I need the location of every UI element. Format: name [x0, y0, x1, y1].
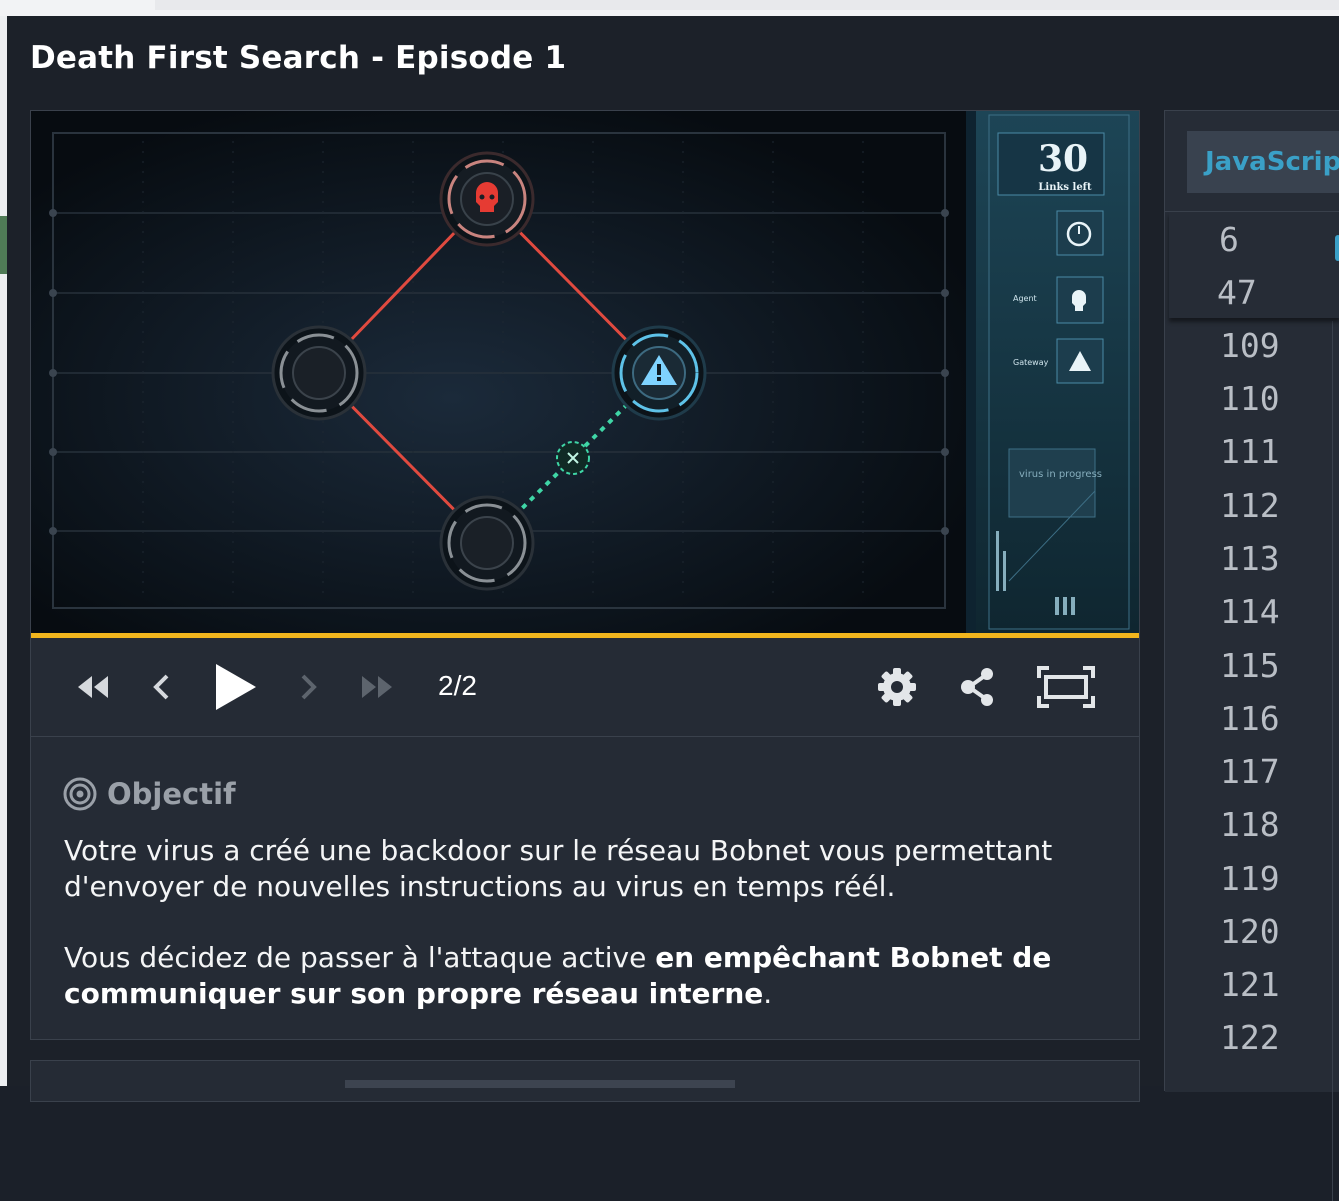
gateway-node — [611, 325, 707, 421]
left-edge — [0, 16, 7, 1086]
line-number: 121 — [1220, 965, 1280, 1004]
browser-top-strip — [0, 0, 1339, 16]
target-icon — [63, 777, 97, 811]
line-number: 110 — [1220, 379, 1280, 418]
objective-header: Objectif — [63, 777, 236, 811]
line-number: 122 — [1220, 1018, 1280, 1057]
fast-forward-button[interactable] — [353, 638, 401, 736]
editor-tab-bar: JavaScript — [1165, 111, 1339, 212]
fullscreen-button[interactable] — [1033, 638, 1099, 736]
line-number: 120 — [1220, 912, 1280, 951]
line-number: 118 — [1220, 805, 1280, 844]
line-number: 111 — [1220, 432, 1280, 471]
line-number: 117 — [1220, 752, 1280, 791]
editor-gutter-divider — [1332, 321, 1333, 1201]
language-selector[interactable]: JavaScript — [1187, 131, 1339, 193]
line-number: 116 — [1220, 699, 1280, 738]
paragraph-2-text: Vous décidez de passer à l'attaque activ… — [64, 941, 656, 974]
code-editor: JavaScript 6 47 109 110 111 112 113 114 … — [1164, 110, 1339, 1201]
links-left-count: 30 — [1038, 138, 1088, 180]
section-divider-bar — [345, 1080, 735, 1088]
play-icon — [216, 664, 256, 710]
frame-counter: 2/2 — [438, 670, 477, 701]
line-number-gutter: 6 47 109 110 111 112 113 114 115 116 117… — [1165, 212, 1339, 1092]
settings-button[interactable] — [873, 638, 921, 736]
game-scene: 30 Links left Agent Gateway virus in pro… — [31, 111, 1139, 633]
paragraph-2-end: . — [763, 977, 773, 1010]
line-number: 113 — [1220, 539, 1280, 578]
line-number: 114 — [1220, 592, 1280, 631]
network-node — [271, 325, 367, 421]
player-controls: 2/2 — [31, 638, 1139, 737]
fast-forward-icon — [362, 676, 392, 698]
share-icon — [961, 668, 993, 706]
page-title: Death First Search - Episode 1 — [30, 40, 567, 76]
rewind-icon — [78, 676, 108, 698]
hud-virus-status: virus in progress — [1019, 469, 1102, 480]
play-button[interactable] — [205, 638, 265, 736]
hud-panel: 30 Links left Agent Gateway virus in pro… — [966, 111, 1139, 633]
rewind-button[interactable] — [69, 638, 117, 736]
game-viewer: 30 Links left Agent Gateway virus in pro… — [30, 110, 1140, 1040]
settings-icon — [878, 668, 916, 706]
step-back-button[interactable] — [141, 638, 181, 736]
left-edge-marker — [0, 216, 7, 274]
editor-cursor-marker — [1335, 235, 1339, 261]
sticky-line-number: 47 — [1217, 273, 1257, 312]
line-number: 112 — [1220, 486, 1280, 525]
hud-label-agent: Agent — [1013, 294, 1037, 303]
line-number: 119 — [1220, 859, 1280, 898]
next-section-panel — [30, 1060, 1140, 1102]
share-button[interactable] — [953, 638, 1001, 736]
objective-title: Objectif — [107, 777, 236, 811]
fullscreen-icon — [1037, 666, 1095, 708]
objective-paragraph-2: Vous décidez de passer à l'attaque activ… — [64, 940, 1104, 1012]
step-forward-icon — [301, 674, 317, 700]
sticky-scroll-header[interactable]: 6 47 — [1169, 212, 1339, 318]
sticky-line-number: 6 — [1219, 220, 1239, 259]
hud-label-gateway: Gateway — [1013, 358, 1049, 367]
step-back-icon — [153, 674, 169, 700]
virus-marker — [556, 441, 590, 475]
network-node — [439, 495, 535, 591]
game-canvas[interactable]: 30 Links left Agent Gateway virus in pro… — [31, 111, 1139, 633]
line-number: 109 — [1220, 326, 1280, 365]
step-forward-button[interactable] — [289, 638, 329, 736]
agent-node — [439, 151, 535, 247]
objective-paragraph-1: Votre virus a créé une backdoor sur le r… — [64, 834, 1053, 903]
statement-panel: Objectif Votre virus a créé une backdoor… — [31, 737, 1139, 1039]
line-number: 115 — [1220, 646, 1280, 685]
links-left-label: Links left — [1038, 182, 1092, 193]
browser-top-strip-segment — [155, 0, 1339, 10]
